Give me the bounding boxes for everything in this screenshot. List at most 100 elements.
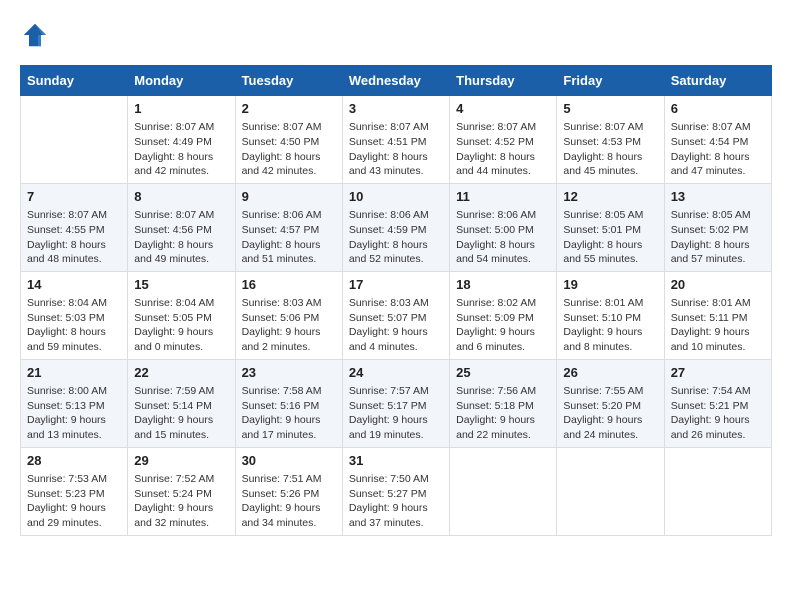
day-info: Sunrise: 8:01 AM Sunset: 5:11 PM Dayligh… (671, 296, 765, 355)
day-number: 28 (27, 452, 121, 470)
day-cell: 20Sunrise: 8:01 AM Sunset: 5:11 PM Dayli… (664, 271, 771, 359)
day-cell: 13 Sunrise: 8:05 AM Sunset: 5:02 PM Dayli… (664, 183, 771, 271)
day-info: Sunrise: 8:06 AM Sunset: 4:59 PM Dayligh… (349, 208, 443, 267)
day-info: Sunrise: 8:00 AM Sunset: 5:13 PM Dayligh… (27, 384, 121, 443)
calendar-table: SundayMondayTuesdayWednesdayThursdayFrid… (20, 65, 772, 536)
day-number: 17 (349, 276, 443, 294)
day-cell: 19 Sunrise: 8:01 AM Sunset: 5:10 PM Dayli… (557, 271, 664, 359)
day-cell: 1Sunrise: 8:07 AM Sunset: 4:49 PM Daylig… (128, 96, 235, 184)
day-cell: 12 Sunrise: 8:05 AM Sunset: 5:01 PM Dayli… (557, 183, 664, 271)
header-cell-thursday: Thursday (450, 66, 557, 96)
day-number: 19 (563, 276, 657, 294)
day-cell: 2Sunrise: 8:07 AM Sunset: 4:50 PM Daylig… (235, 96, 342, 184)
page-header (20, 20, 772, 50)
calendar-header: SundayMondayTuesdayWednesdayThursdayFrid… (21, 66, 772, 96)
day-cell: 16 Sunrise: 8:03 AM Sunset: 5:06 PM Dayli… (235, 271, 342, 359)
day-number: 16 (242, 276, 336, 294)
day-info: Sunrise: 8:07 AM Sunset: 4:54 PM Dayligh… (671, 120, 765, 179)
week-row-3: 14 Sunrise: 8:04 AM Sunset: 5:03 PM Dayli… (21, 271, 772, 359)
day-number: 7 (27, 188, 121, 206)
day-cell (450, 447, 557, 535)
day-info: Sunrise: 8:07 AM Sunset: 4:51 PM Dayligh… (349, 120, 443, 179)
day-cell: 15 Sunrise: 8:04 AM Sunset: 5:05 PM Dayli… (128, 271, 235, 359)
day-cell: 28Sunrise: 7:53 AM Sunset: 5:23 PM Dayli… (21, 447, 128, 535)
day-cell: 29 Sunrise: 7:52 AM Sunset: 5:24 PM Dayli… (128, 447, 235, 535)
day-info: Sunrise: 8:05 AM Sunset: 5:02 PM Dayligh… (671, 208, 765, 267)
day-cell: 10 Sunrise: 8:06 AM Sunset: 4:59 PM Dayli… (342, 183, 449, 271)
week-row-5: 28Sunrise: 7:53 AM Sunset: 5:23 PM Dayli… (21, 447, 772, 535)
day-number: 11 (456, 188, 550, 206)
day-cell: 6 Sunrise: 8:07 AM Sunset: 4:54 PM Daylig… (664, 96, 771, 184)
week-row-1: 1Sunrise: 8:07 AM Sunset: 4:49 PM Daylig… (21, 96, 772, 184)
day-cell: 18 Sunrise: 8:02 AM Sunset: 5:09 PM Dayli… (450, 271, 557, 359)
day-cell: 11 Sunrise: 8:06 AM Sunset: 5:00 PM Dayli… (450, 183, 557, 271)
day-number: 5 (563, 100, 657, 118)
day-number: 18 (456, 276, 550, 294)
day-number: 9 (242, 188, 336, 206)
header-cell-friday: Friday (557, 66, 664, 96)
day-number: 30 (242, 452, 336, 470)
day-info: Sunrise: 7:50 AM Sunset: 5:27 PM Dayligh… (349, 472, 443, 531)
day-cell: 5 Sunrise: 8:07 AM Sunset: 4:53 PM Daylig… (557, 96, 664, 184)
day-info: Sunrise: 7:54 AM Sunset: 5:21 PM Dayligh… (671, 384, 765, 443)
day-number: 6 (671, 100, 765, 118)
day-cell: 4 Sunrise: 8:07 AM Sunset: 4:52 PM Daylig… (450, 96, 557, 184)
header-cell-sunday: Sunday (21, 66, 128, 96)
week-row-2: 7 Sunrise: 8:07 AM Sunset: 4:55 PM Daylig… (21, 183, 772, 271)
day-cell: 31 Sunrise: 7:50 AM Sunset: 5:27 PM Dayli… (342, 447, 449, 535)
header-cell-wednesday: Wednesday (342, 66, 449, 96)
day-info: Sunrise: 8:06 AM Sunset: 5:00 PM Dayligh… (456, 208, 550, 267)
day-info: Sunrise: 8:04 AM Sunset: 5:05 PM Dayligh… (134, 296, 228, 355)
day-number: 3 (349, 100, 443, 118)
day-number: 22 (134, 364, 228, 382)
calendar-body: 1Sunrise: 8:07 AM Sunset: 4:49 PM Daylig… (21, 96, 772, 536)
day-cell: 7 Sunrise: 8:07 AM Sunset: 4:55 PM Daylig… (21, 183, 128, 271)
day-info: Sunrise: 8:07 AM Sunset: 4:53 PM Dayligh… (563, 120, 657, 179)
day-info: Sunrise: 8:02 AM Sunset: 5:09 PM Dayligh… (456, 296, 550, 355)
day-info: Sunrise: 8:07 AM Sunset: 4:56 PM Dayligh… (134, 208, 228, 267)
day-cell: 23Sunrise: 7:58 AM Sunset: 5:16 PM Dayli… (235, 359, 342, 447)
day-number: 4 (456, 100, 550, 118)
header-cell-saturday: Saturday (664, 66, 771, 96)
day-cell: 14 Sunrise: 8:04 AM Sunset: 5:03 PM Dayli… (21, 271, 128, 359)
day-info: Sunrise: 8:01 AM Sunset: 5:10 PM Dayligh… (563, 296, 657, 355)
day-number: 12 (563, 188, 657, 206)
day-number: 15 (134, 276, 228, 294)
day-number: 23 (242, 364, 336, 382)
header-cell-monday: Monday (128, 66, 235, 96)
day-cell: 24 Sunrise: 7:57 AM Sunset: 5:17 PM Dayli… (342, 359, 449, 447)
day-number: 21 (27, 364, 121, 382)
day-info: Sunrise: 8:07 AM Sunset: 4:50 PM Dayligh… (242, 120, 336, 179)
day-info: Sunrise: 8:04 AM Sunset: 5:03 PM Dayligh… (27, 296, 121, 355)
day-number: 24 (349, 364, 443, 382)
day-info: Sunrise: 8:03 AM Sunset: 5:07 PM Dayligh… (349, 296, 443, 355)
day-info: Sunrise: 7:59 AM Sunset: 5:14 PM Dayligh… (134, 384, 228, 443)
day-cell: 17 Sunrise: 8:03 AM Sunset: 5:07 PM Dayli… (342, 271, 449, 359)
day-info: Sunrise: 8:07 AM Sunset: 4:52 PM Dayligh… (456, 120, 550, 179)
day-cell (557, 447, 664, 535)
day-info: Sunrise: 7:57 AM Sunset: 5:17 PM Dayligh… (349, 384, 443, 443)
day-info: Sunrise: 8:05 AM Sunset: 5:01 PM Dayligh… (563, 208, 657, 267)
day-number: 8 (134, 188, 228, 206)
day-cell: 27Sunrise: 7:54 AM Sunset: 5:21 PM Dayli… (664, 359, 771, 447)
day-number: 13 (671, 188, 765, 206)
header-row: SundayMondayTuesdayWednesdayThursdayFrid… (21, 66, 772, 96)
day-cell (664, 447, 771, 535)
day-cell: 21 Sunrise: 8:00 AM Sunset: 5:13 PM Dayli… (21, 359, 128, 447)
day-cell: 26Sunrise: 7:55 AM Sunset: 5:20 PM Dayli… (557, 359, 664, 447)
day-number: 31 (349, 452, 443, 470)
day-info: Sunrise: 8:03 AM Sunset: 5:06 PM Dayligh… (242, 296, 336, 355)
day-number: 10 (349, 188, 443, 206)
day-cell: 3 Sunrise: 8:07 AM Sunset: 4:51 PM Daylig… (342, 96, 449, 184)
day-number: 29 (134, 452, 228, 470)
day-cell (21, 96, 128, 184)
day-info: Sunrise: 7:52 AM Sunset: 5:24 PM Dayligh… (134, 472, 228, 531)
day-info: Sunrise: 7:51 AM Sunset: 5:26 PM Dayligh… (242, 472, 336, 531)
day-cell: 22 Sunrise: 7:59 AM Sunset: 5:14 PM Dayli… (128, 359, 235, 447)
day-cell: 9 Sunrise: 8:06 AM Sunset: 4:57 PM Daylig… (235, 183, 342, 271)
day-info: Sunrise: 8:06 AM Sunset: 4:57 PM Dayligh… (242, 208, 336, 267)
day-info: Sunrise: 8:07 AM Sunset: 4:55 PM Dayligh… (27, 208, 121, 267)
header-cell-tuesday: Tuesday (235, 66, 342, 96)
week-row-4: 21 Sunrise: 8:00 AM Sunset: 5:13 PM Dayli… (21, 359, 772, 447)
day-number: 14 (27, 276, 121, 294)
